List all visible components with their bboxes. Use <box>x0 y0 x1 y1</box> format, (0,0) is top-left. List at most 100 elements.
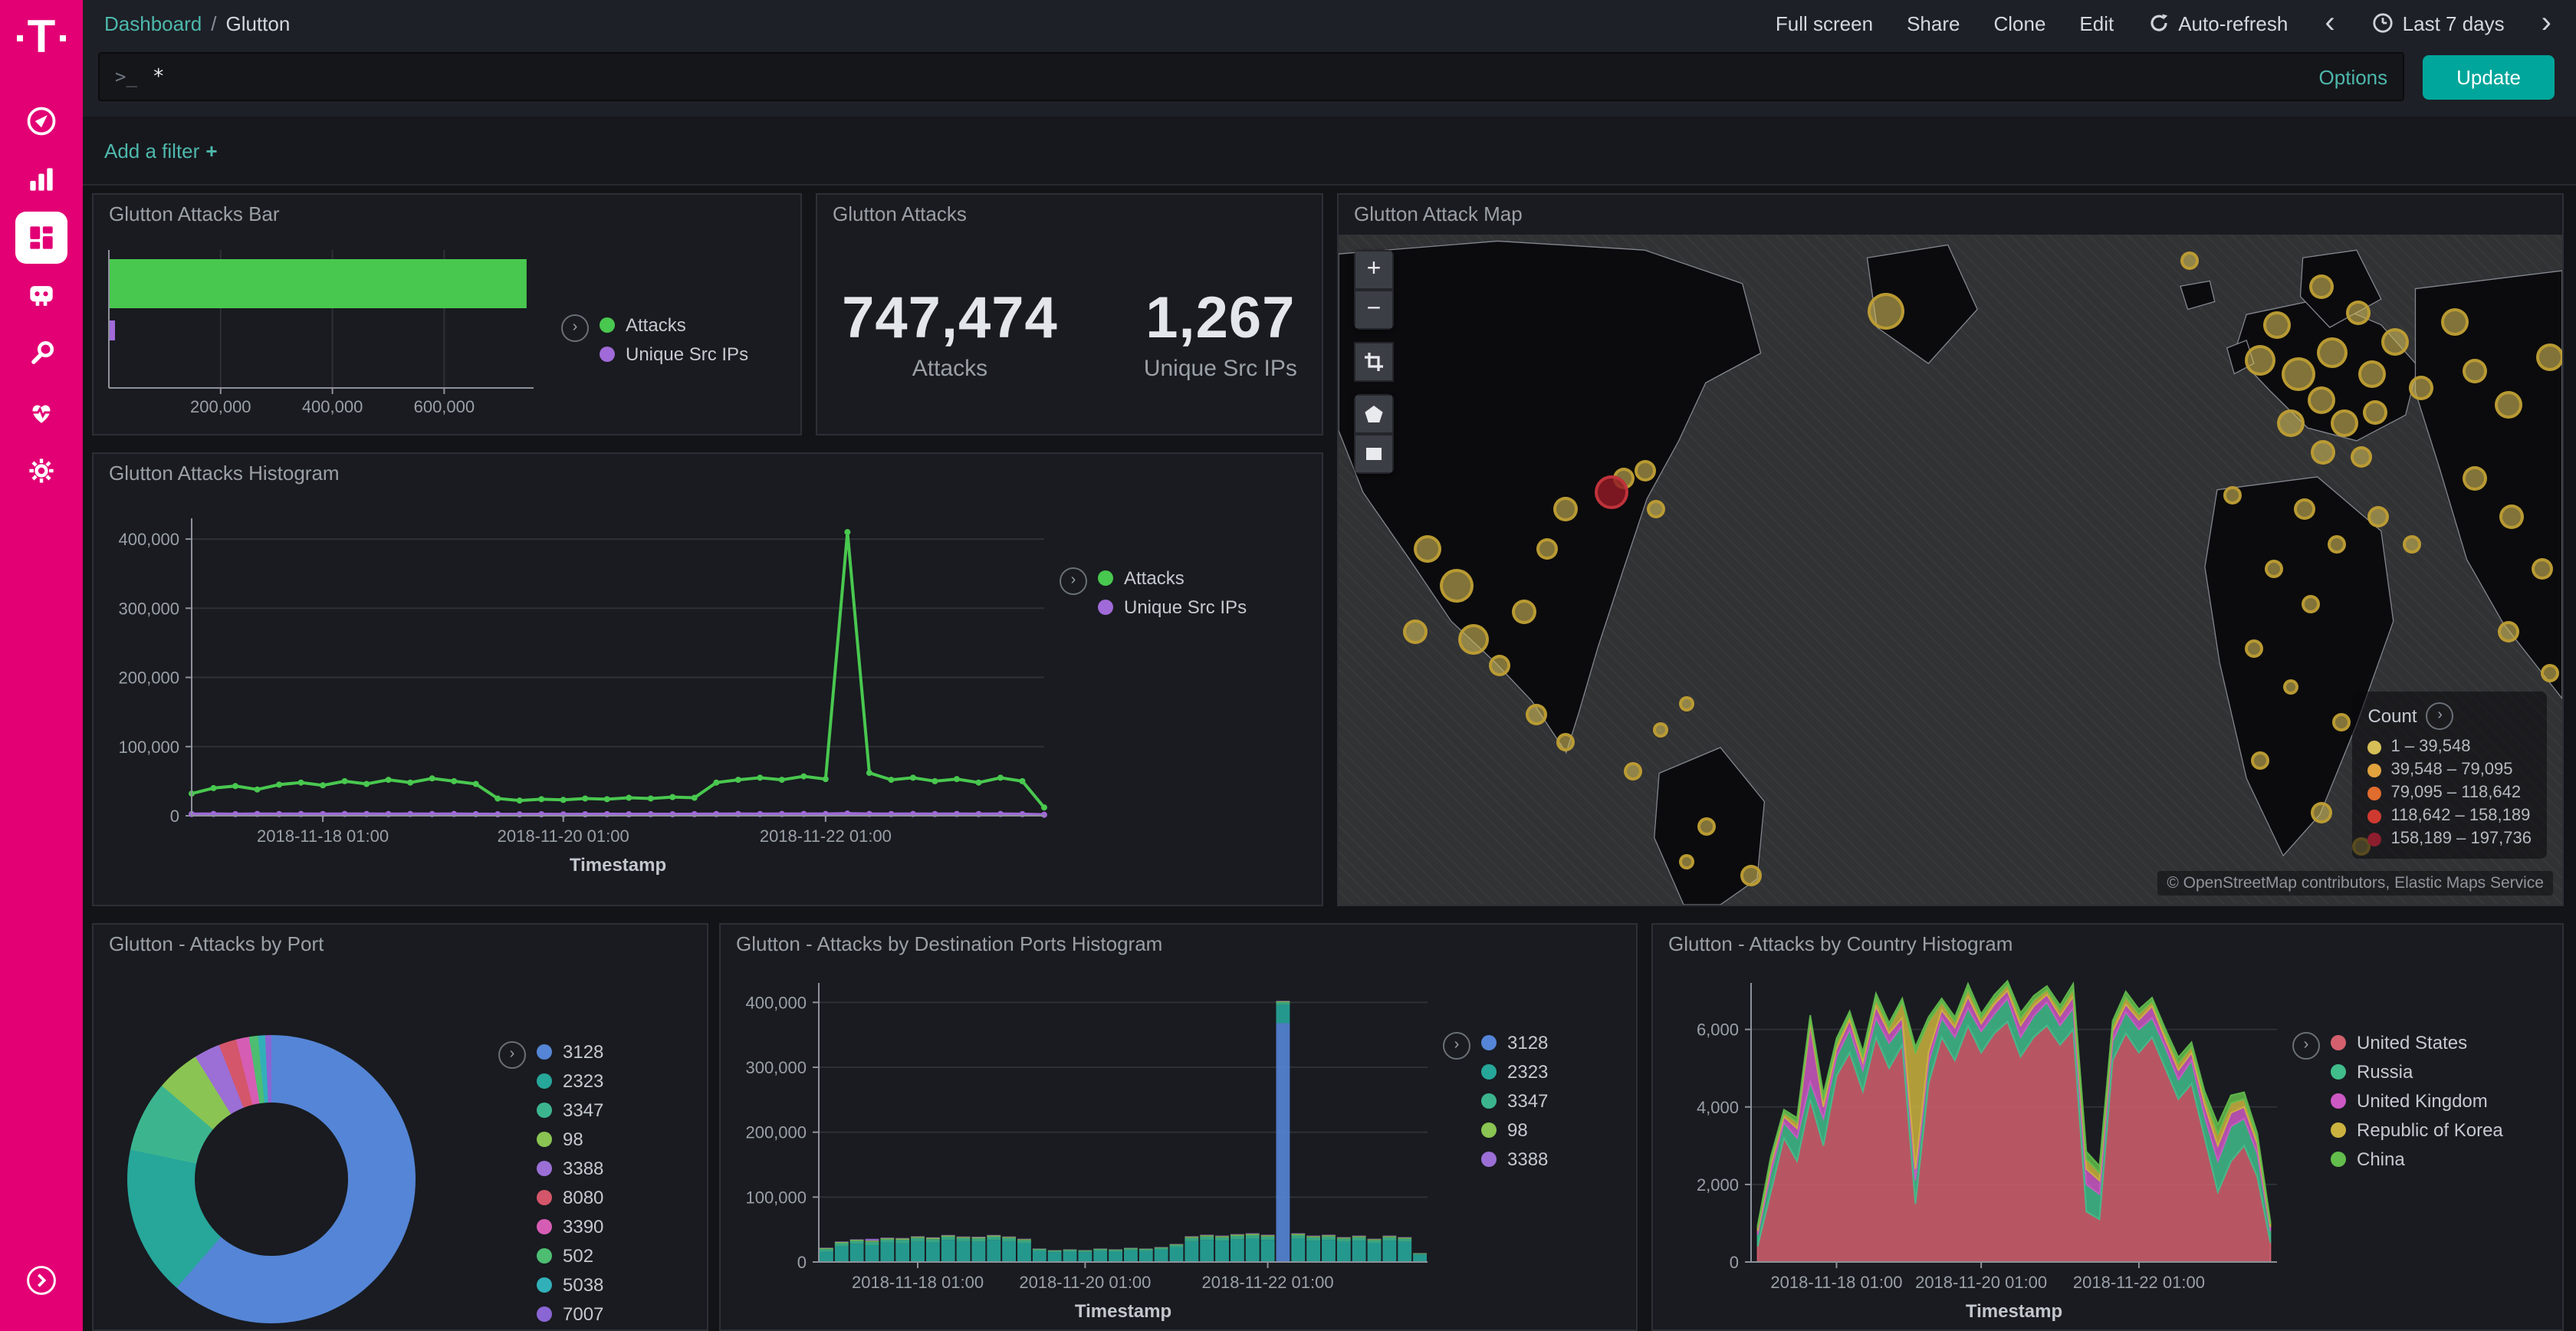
legend-item[interactable]: 8080 <box>537 1187 603 1208</box>
legend-item[interactable]: 3347 <box>1481 1090 1548 1112</box>
legend-item[interactable]: 3128 <box>1481 1032 1548 1053</box>
sidebar-item-honeypot-app[interactable] <box>15 270 67 322</box>
attack-marker[interactable] <box>1635 461 1657 482</box>
attack-marker[interactable] <box>2541 664 2559 682</box>
attack-marker[interactable] <box>2293 498 2315 520</box>
attack-marker[interactable] <box>2495 392 2522 419</box>
legend-item[interactable]: Attacks <box>600 314 748 336</box>
attack-marker[interactable] <box>2331 712 2350 731</box>
attack-marker[interactable] <box>2536 343 2562 370</box>
query-input[interactable]: >_ * Options <box>98 52 2404 101</box>
attack-marker[interactable] <box>2223 487 2241 505</box>
attack-marker[interactable] <box>1680 697 1695 712</box>
legend-item[interactable]: 2323 <box>1481 1061 1548 1083</box>
legend-toggle-icon[interactable]: › <box>1443 1032 1470 1060</box>
attack-marker[interactable] <box>2245 344 2275 375</box>
attack-marker[interactable] <box>2328 535 2346 554</box>
attack-marker[interactable] <box>2308 386 2335 414</box>
time-back-arrow[interactable]: ‹ <box>2321 12 2338 34</box>
attack-marker[interactable] <box>2409 376 2433 400</box>
attack-marker[interactable] <box>2331 409 2358 437</box>
sidebar-item-monitoring[interactable] <box>15 386 67 439</box>
attack-marker[interactable] <box>2532 558 2553 580</box>
sidebar-item-visualize[interactable] <box>15 153 67 205</box>
add-filter-link[interactable]: Add a filter+ <box>104 139 218 162</box>
legend-item[interactable]: 3388 <box>1481 1149 1548 1170</box>
attack-marker[interactable] <box>2463 466 2488 491</box>
auto-refresh-button[interactable]: Auto-refresh <box>2147 12 2288 35</box>
legend-item[interactable]: China <box>2331 1149 2503 1170</box>
legend-item[interactable]: Republic of Korea <box>2331 1119 2503 1141</box>
legend-item[interactable]: 3388 <box>537 1158 603 1179</box>
legend-item[interactable]: 3390 <box>537 1216 603 1237</box>
legend-toggle-icon[interactable]: › <box>498 1041 526 1069</box>
legend-item[interactable]: 5038 <box>537 1274 603 1296</box>
attacks-by-port-donut[interactable] <box>94 965 498 1329</box>
attack-marker[interactable] <box>2245 639 2263 658</box>
attack-marker[interactable] <box>1414 534 1442 562</box>
attack-marker[interactable] <box>1648 500 1666 518</box>
attack-map[interactable]: + − <box>1339 235 2562 905</box>
attack-marker[interactable] <box>2302 595 2321 613</box>
sidebar-item-management[interactable] <box>15 445 67 497</box>
attack-marker[interactable] <box>2317 338 2348 369</box>
legend-item[interactable]: Unique Src IPs <box>1098 596 1247 618</box>
attack-marker[interactable] <box>2312 440 2336 465</box>
full-screen-button[interactable]: Full screen <box>1776 12 1873 35</box>
sidebar-collapse-toggle[interactable] <box>15 1254 67 1306</box>
legend-item[interactable]: 98 <box>1481 1119 1548 1141</box>
attack-marker[interactable] <box>2367 506 2388 527</box>
update-button[interactable]: Update <box>2423 54 2555 99</box>
attack-marker[interactable] <box>1458 625 1489 656</box>
legend-item[interactable]: United Kingdom <box>2331 1090 2503 1112</box>
attack-marker[interactable] <box>2500 504 2525 529</box>
attack-marker[interactable] <box>1526 705 1548 726</box>
clone-button[interactable]: Clone <box>1993 12 2045 35</box>
query-options-link[interactable]: Options <box>2319 65 2388 88</box>
country-histogram-chart[interactable]: 02,0004,0006,0002018-11-18 01:002018-11-… <box>1653 965 2292 1329</box>
t-mobile-logo[interactable]: T <box>17 15 67 61</box>
legend-item[interactable]: 3128 <box>537 1041 603 1063</box>
attack-marker[interactable] <box>2311 801 2332 823</box>
attack-marker[interactable] <box>1554 497 1579 521</box>
attack-marker[interactable] <box>1537 539 1559 560</box>
attack-marker[interactable] <box>2181 251 2200 270</box>
attack-marker[interactable] <box>1740 865 1762 886</box>
sidebar-item-discover[interactable] <box>15 95 67 147</box>
attack-marker[interactable] <box>2283 679 2298 695</box>
attack-marker[interactable] <box>1557 733 1576 751</box>
attack-marker[interactable] <box>2498 620 2519 642</box>
map-zoom-in-button[interactable]: + <box>1354 250 1394 290</box>
map-zoom-out-button[interactable]: − <box>1354 290 1394 330</box>
time-forward-arrow[interactable]: › <box>2538 12 2555 34</box>
attack-marker[interactable] <box>2282 357 2316 391</box>
attack-marker-high[interactable] <box>1595 475 1628 509</box>
legend-item[interactable]: 3347 <box>537 1099 603 1121</box>
attack-marker[interactable] <box>2380 329 2408 357</box>
sidebar-item-dashboard[interactable] <box>15 212 67 264</box>
attacks-histogram-chart[interactable]: 0100,000200,000300,000400,0002018-11-18 … <box>94 500 1060 883</box>
attack-marker[interactable] <box>1697 817 1716 836</box>
port-donut[interactable] <box>127 1035 416 1323</box>
map-draw-polygon-button[interactable] <box>1354 394 1394 434</box>
dest-ports-histogram-chart[interactable]: 0100,000200,000300,000400,0002018-11-18 … <box>721 965 1443 1329</box>
legend-item[interactable]: 502 <box>537 1245 603 1267</box>
edit-button[interactable]: Edit <box>2079 12 2114 35</box>
sidebar-item-dev-tools[interactable] <box>15 328 67 380</box>
attack-marker[interactable] <box>1867 293 1904 330</box>
attack-marker[interactable] <box>2463 358 2488 383</box>
attack-marker[interactable] <box>1625 761 1643 780</box>
attack-marker[interactable] <box>2264 560 2282 578</box>
legend-item[interactable]: 98 <box>537 1129 603 1150</box>
map-legend-toggle-icon[interactable]: › <box>2426 702 2454 730</box>
attack-marker[interactable] <box>1404 619 1428 643</box>
attack-marker[interactable] <box>2441 308 2469 336</box>
attack-marker[interactable] <box>1441 570 1474 603</box>
breadcrumb-dashboard-link[interactable]: Dashboard <box>104 12 202 35</box>
legend-toggle-icon[interactable]: › <box>2292 1032 2320 1060</box>
legend-item[interactable]: 2323 <box>537 1070 603 1092</box>
attack-marker[interactable] <box>2403 535 2421 554</box>
attack-marker[interactable] <box>2363 400 2387 425</box>
attack-marker[interactable] <box>2263 311 2291 339</box>
query-value[interactable]: * <box>153 65 2304 88</box>
